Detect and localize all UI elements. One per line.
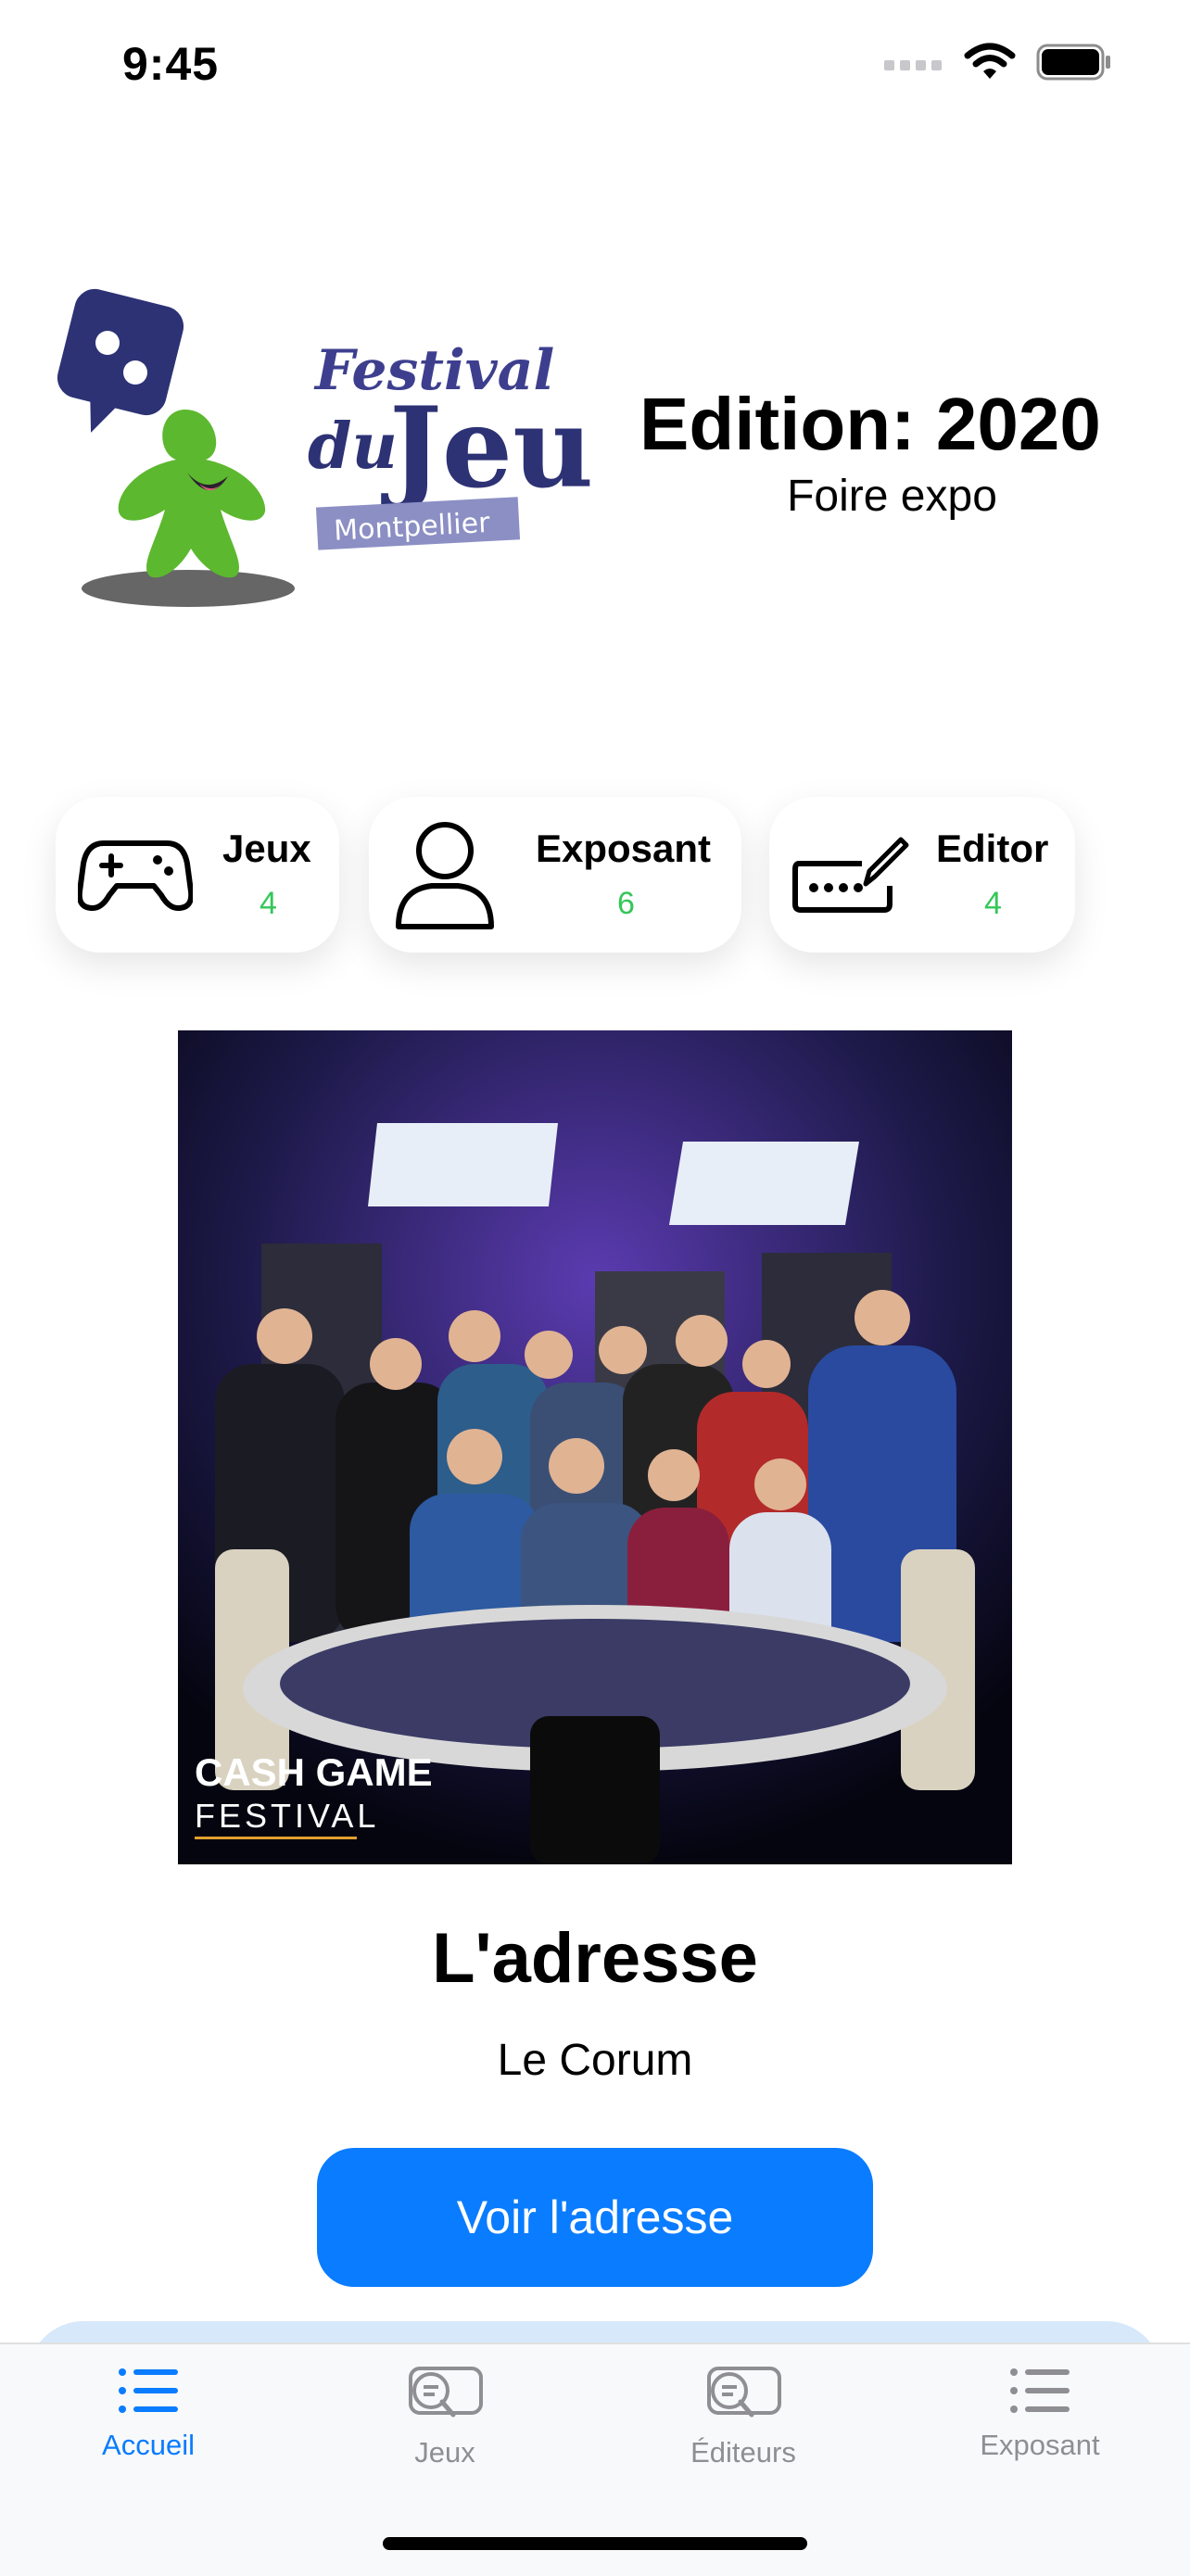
photo-caption-line1: CASH GAME — [195, 1750, 433, 1794]
logo-du-text: du — [308, 410, 398, 484]
keyboard-pen-icon — [792, 837, 909, 913]
status-icons — [884, 43, 1112, 82]
festival-logo: Festival du Jeu Montpellier — [46, 287, 602, 621]
event-photo: CASH GAME FESTIVAL — [178, 1030, 1012, 1864]
stat-label-editor: Editor — [936, 827, 1049, 870]
stat-card-exposant[interactable]: Exposant 6 — [369, 797, 741, 953]
tab-label-exposant: Exposant — [980, 2429, 1100, 2461]
person-icon — [396, 822, 494, 929]
tab-editeurs[interactable]: Éditeurs — [641, 2365, 845, 2469]
venue-type: Foire expo — [787, 472, 997, 521]
tab-label-editeurs: Éditeurs — [690, 2436, 796, 2469]
stat-count-jeux: 4 — [260, 886, 277, 921]
address-title: L'adresse — [432, 1919, 758, 1998]
stat-label-jeux: Jeux — [222, 827, 311, 870]
tab-label-accueil: Accueil — [102, 2429, 195, 2461]
stat-card-jeux[interactable]: Jeux 4 — [56, 797, 339, 953]
tab-label-jeux: Jeux — [414, 2436, 475, 2469]
edition-title: Edition: 2020 — [639, 383, 1101, 465]
festival-logo-graphic: Festival du Jeu Montpellier — [57, 288, 593, 607]
address-value: Le Corum — [497, 2036, 693, 2085]
tab-jeux[interactable]: Jeux — [343, 2365, 547, 2469]
tab-exposant[interactable]: Exposant — [938, 2365, 1142, 2462]
search-chat-icon — [707, 2367, 781, 2418]
home-indicator[interactable] — [383, 2537, 807, 2550]
status-time: 9:45 — [122, 38, 220, 90]
event-photo-image: CASH GAME FESTIVAL — [178, 1030, 1012, 1864]
cellular-signal-icon — [884, 60, 942, 70]
stat-label-exposant: Exposant — [536, 827, 712, 870]
search-chat-icon — [409, 2367, 483, 2418]
stat-count-editor: 4 — [984, 886, 1002, 921]
gamepad-icon — [78, 840, 193, 911]
battery-icon — [1036, 44, 1110, 81]
view-address-button[interactable]: Voir l'adresse — [317, 2148, 873, 2287]
list-icon — [1010, 2368, 1070, 2413]
wifi-icon — [964, 43, 1016, 79]
stat-count-exposant: 6 — [617, 886, 635, 921]
stat-card-editor[interactable]: Editor 4 — [769, 797, 1075, 953]
photo-caption-line2: FESTIVAL — [195, 1797, 379, 1835]
list-icon — [119, 2368, 178, 2413]
tab-accueil[interactable]: Accueil — [46, 2365, 250, 2462]
logo-jeu-text: Jeu — [381, 383, 593, 513]
